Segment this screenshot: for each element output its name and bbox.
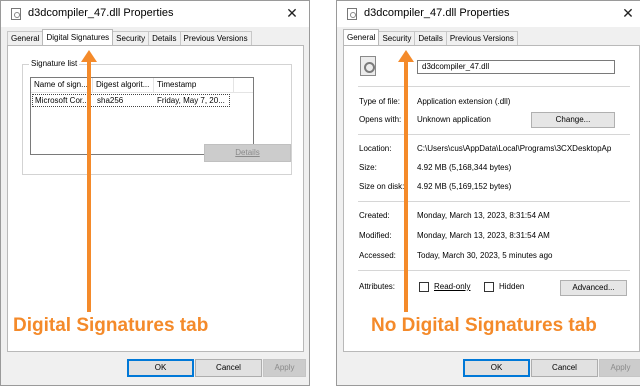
ok-button[interactable]: OK bbox=[127, 359, 194, 377]
signature-list-label: Signature list bbox=[29, 59, 80, 68]
created-value: Monday, March 13, 2023, 8:31:54 AM bbox=[417, 211, 550, 220]
type-label: Type of file: bbox=[359, 97, 400, 106]
caption-left: Digital Signatures tab bbox=[13, 315, 209, 336]
read-only-checkbox[interactable] bbox=[419, 282, 429, 292]
filename-field[interactable]: d3dcompiler_47.dll bbox=[417, 60, 615, 74]
signer-name: Microsoft Cor... bbox=[35, 96, 89, 105]
size-value: 4.92 MB (5,168,344 bytes) bbox=[417, 163, 512, 172]
location-label: Location: bbox=[359, 144, 392, 153]
column-header-timestamp[interactable]: Timestamp bbox=[154, 78, 234, 92]
attributes-label: Attributes: bbox=[359, 282, 396, 291]
opens-with-value: Unknown application bbox=[417, 115, 491, 124]
file-icon bbox=[347, 8, 357, 20]
list-item[interactable]: Microsoft Cor... sha256 Friday, May 7, 2… bbox=[32, 94, 230, 107]
tab-details[interactable]: Details bbox=[148, 31, 181, 45]
read-only-label[interactable]: Read-only bbox=[434, 282, 470, 291]
title-bar: d3dcompiler_47.dll Properties ✕ bbox=[1, 1, 309, 27]
advanced-button[interactable]: Advanced... bbox=[560, 280, 627, 296]
opens-with-label: Opens with: bbox=[359, 115, 402, 124]
tab-digital-signatures[interactable]: Digital Signatures bbox=[42, 29, 114, 45]
size-on-disk-value: 4.92 MB (5,169,152 bytes) bbox=[417, 182, 512, 191]
size-label: Size: bbox=[359, 163, 377, 172]
divider bbox=[358, 134, 630, 135]
tab-strip: General Digital Signatures Security Deta… bbox=[7, 29, 252, 45]
file-icon bbox=[11, 8, 21, 20]
tab-strip: General Security Details Previous Versio… bbox=[343, 29, 518, 45]
ok-button[interactable]: OK bbox=[463, 359, 530, 377]
tab-previous-versions[interactable]: Previous Versions bbox=[179, 31, 252, 45]
tab-general[interactable]: General bbox=[343, 29, 380, 45]
annotation-arrow-right bbox=[398, 50, 414, 312]
digest-algorithm: sha256 bbox=[97, 96, 124, 105]
size-on-disk-label: Size on disk: bbox=[359, 182, 405, 191]
divider bbox=[358, 201, 630, 202]
tab-panel: d3dcompiler_47.dll Type of file: Applica… bbox=[343, 45, 640, 352]
window-title: d3dcompiler_47.dll Properties bbox=[364, 7, 510, 19]
tab-details[interactable]: Details bbox=[414, 31, 447, 45]
apply-button[interactable]: Apply bbox=[263, 359, 306, 377]
tab-panel: Signature list Name of sign... Digest al… bbox=[7, 45, 304, 352]
created-label: Created: bbox=[359, 211, 390, 220]
tab-general[interactable]: General bbox=[7, 31, 44, 45]
modified-value: Monday, March 13, 2023, 8:31:54 AM bbox=[417, 231, 550, 240]
cancel-button[interactable]: Cancel bbox=[195, 359, 262, 377]
change-button[interactable]: Change... bbox=[531, 112, 615, 128]
tab-security[interactable]: Security bbox=[112, 31, 150, 45]
divider bbox=[358, 270, 630, 271]
list-header: Name of sign... Digest algorit... Timest… bbox=[31, 78, 253, 93]
tab-previous-versions[interactable]: Previous Versions bbox=[445, 31, 518, 45]
column-header-name[interactable]: Name of sign... bbox=[31, 78, 93, 92]
hidden-checkbox[interactable] bbox=[484, 282, 494, 292]
dll-file-icon bbox=[360, 56, 376, 76]
details-button[interactable]: Details bbox=[204, 144, 291, 162]
close-icon[interactable]: ✕ bbox=[619, 4, 637, 22]
hidden-label[interactable]: Hidden bbox=[499, 282, 524, 291]
modified-label: Modified: bbox=[359, 231, 392, 240]
annotation-arrow-left bbox=[81, 50, 97, 312]
window-title: d3dcompiler_47.dll Properties bbox=[28, 7, 174, 19]
apply-button[interactable]: Apply bbox=[599, 359, 640, 377]
caption-right: No Digital Signatures tab bbox=[371, 315, 597, 336]
cancel-button[interactable]: Cancel bbox=[531, 359, 598, 377]
timestamp: Friday, May 7, 20... bbox=[157, 96, 225, 105]
tab-security[interactable]: Security bbox=[378, 31, 416, 45]
column-header-digest[interactable]: Digest algorit... bbox=[93, 78, 154, 92]
title-bar: d3dcompiler_47.dll Properties ✕ bbox=[337, 1, 640, 27]
divider bbox=[358, 86, 630, 87]
close-icon[interactable]: ✕ bbox=[283, 4, 301, 22]
accessed-value: Today, March 30, 2023, 5 minutes ago bbox=[417, 251, 553, 260]
type-value: Application extension (.dll) bbox=[417, 97, 511, 106]
location-value: C:\Users\cus\AppData\Local\Programs\3CXD… bbox=[417, 144, 612, 153]
accessed-label: Accessed: bbox=[359, 251, 396, 260]
